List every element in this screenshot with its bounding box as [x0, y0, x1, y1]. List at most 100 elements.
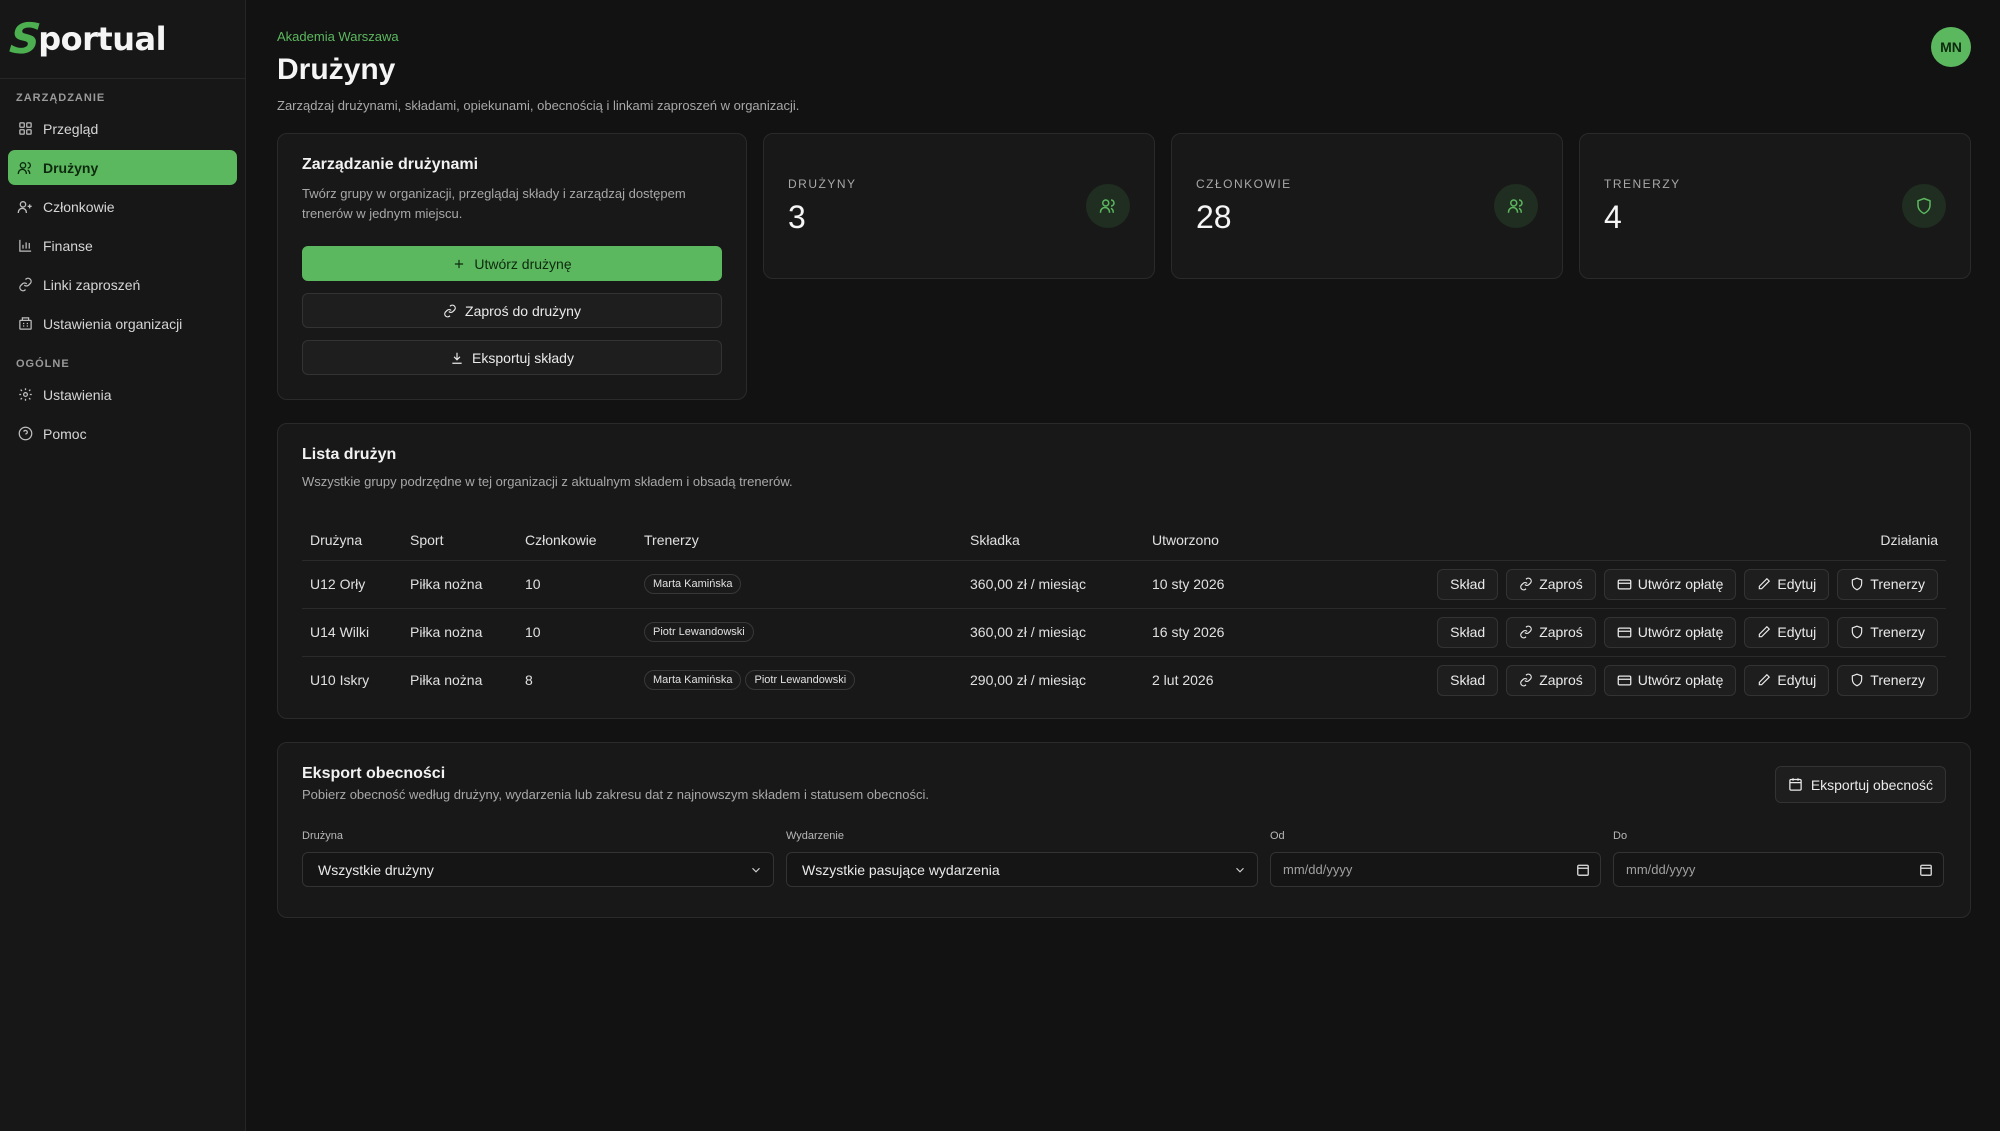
link-icon [1520, 577, 1532, 591]
coach-chip: Piotr Lewandowski [745, 670, 856, 691]
edit-label: Edytuj [1777, 576, 1817, 592]
export-title: Eksport obecności [302, 765, 446, 782]
stat-value: 3 [788, 198, 806, 235]
table-row: U12 Orły Piłka nożna 10 Marta Kamińska 3… [302, 560, 1946, 609]
coaches-button[interactable]: Trenerzy [1837, 664, 1938, 696]
sidebar-item-invite-links[interactable]: Linki zaproszeń [8, 267, 237, 302]
table-row: U14 Wilki Piłka nożna 10 Piotr Lewandows… [302, 608, 1946, 657]
sidebar-item-org-settings[interactable]: Ustawienia organizacji [8, 306, 237, 341]
invite-button[interactable]: Zaproś [1506, 568, 1596, 600]
stat-value: 28 [1196, 198, 1232, 235]
event-select-value: Wszystkie pasujące wydarzenia [802, 861, 1000, 878]
help-circle-icon [17, 426, 33, 442]
export-attendance-button[interactable]: Eksportuj obecność [1774, 766, 1946, 803]
team-fee: 360,00 zł / miesiąc [962, 560, 1144, 609]
plus-icon [455, 259, 464, 268]
sidebar-item-members[interactable]: Członkowie [8, 189, 237, 224]
roster-button[interactable]: Skład [1437, 664, 1499, 696]
user-plus-icon [17, 199, 33, 215]
team-select[interactable]: Wszystkie drużyny [302, 852, 774, 887]
attendance-export-card: Eksport obecności Pobierz obecność wedłu… [277, 742, 1971, 918]
create-fee-label: Utwórz opłatę [1637, 672, 1724, 689]
pencil-icon [1759, 577, 1771, 590]
invite-button[interactable]: Zaproś [1506, 664, 1596, 696]
calendar-icon[interactable] [1576, 863, 1590, 877]
from-date-placeholder: mm/dd/yyyy [1283, 862, 1353, 877]
building-icon [17, 316, 33, 332]
create-fee-label: Utwórz opłatę [1637, 576, 1724, 592]
team-created: 2 lut 2026 [1152, 672, 1214, 689]
create-team-button[interactable]: Utwórz drużynę [302, 246, 722, 281]
from-date-input[interactable]: mm/dd/yyyy [1270, 852, 1601, 887]
sidebar-item-help[interactable]: Pomoc [8, 416, 237, 451]
col-created: Utworzono [1144, 520, 1294, 561]
roster-label: Skład [1450, 672, 1486, 689]
sidebar-item-overview[interactable]: Przegląd [8, 111, 237, 146]
teams-list-desc: Wszystkie grupy podrzędne w tej organiza… [302, 474, 793, 489]
team-fee: 290,00 zł / miesiąc [970, 672, 1086, 689]
col-actions: Działania [1294, 520, 1946, 561]
filter-to-label: Do [1613, 830, 1628, 842]
avatar[interactable]: MN [1931, 27, 1971, 67]
link-icon [444, 304, 456, 317]
to-date-placeholder: mm/dd/yyyy [1626, 862, 1696, 877]
stat-label: DRUŻYNY [788, 176, 857, 191]
credit-card-icon [1617, 675, 1632, 686]
table-header-row: Drużyna Sport Członkowie Trenerzy Składk… [302, 520, 1946, 561]
sidebar-item-settings[interactable]: Ustawienia [8, 377, 237, 412]
roster-label: Skład [1450, 624, 1486, 640]
filter-from: Od mm/dd/yyyy [1270, 830, 1601, 887]
export-rosters-button[interactable]: Eksportuj składy [302, 340, 722, 375]
edit-button[interactable]: Edytuj [1744, 568, 1830, 600]
event-select[interactable]: Wszystkie pasujące wydarzenia [786, 852, 1258, 887]
col-members: Członkowie [517, 520, 636, 561]
download-icon [452, 352, 462, 364]
calendar-icon [1789, 778, 1802, 791]
teams-table: Drużyna Sport Członkowie Trenerzy Składk… [302, 520, 1946, 704]
sidebar-item-teams[interactable]: Drużyny [8, 150, 237, 185]
sidebar-item-finance[interactable]: Finanse [8, 228, 237, 263]
shield-icon [1852, 673, 1863, 687]
edit-button[interactable]: Edytuj [1744, 664, 1830, 696]
coach-chip: Piotr Lewandowski [644, 622, 754, 642]
users-icon [1494, 184, 1538, 228]
manage-title: Zarządzanie drużynami [302, 156, 479, 173]
page-subtitle: Zarządzaj drużynami, składami, opiekunam… [277, 98, 800, 113]
roster-button[interactable]: Skład [1437, 616, 1499, 648]
coach-chip: Marta Kamińska [644, 574, 742, 594]
team-actions: Skład Zaproś Utwórz opłatę Edytuj Trener… [1294, 560, 1946, 609]
sidebar-item-label: Przegląd [43, 120, 99, 137]
col-team: Drużyna [302, 520, 402, 561]
sidebar-item-label: Linki zaproszeń [43, 276, 141, 293]
gear-icon [17, 387, 33, 403]
team-members: 8 [525, 672, 533, 689]
create-fee-button[interactable]: Utwórz opłatę [1603, 664, 1737, 696]
edit-button[interactable]: Edytuj [1744, 616, 1830, 648]
create-team-label: Utwórz drużynę [474, 255, 572, 272]
coaches-button[interactable]: Trenerzy [1837, 616, 1938, 648]
team-fee: 360,00 zł / miesiąc [962, 608, 1144, 657]
manage-teams-card: Zarządzanie drużynami Twórz grupy w orga… [277, 133, 747, 400]
create-fee-button[interactable]: Utwórz opłatę [1603, 616, 1737, 648]
filter-team: Drużyna Wszystkie drużyny [302, 830, 774, 887]
sidebar-item-label: Członkowie [43, 198, 115, 215]
create-fee-button[interactable]: Utwórz opłatę [1603, 568, 1737, 600]
teams-list-card: Lista drużyn Wszystkie grupy podrzędne w… [277, 423, 1971, 719]
logo[interactable]: S portual [0, 0, 245, 79]
export-rosters-label: Eksportuj składy [472, 349, 574, 366]
export-filters: Drużyna Wszystkie drużyny Wydarzenie Wsz… [302, 830, 1946, 887]
invite-to-team-button[interactable]: Zaproś do drużyny [302, 293, 722, 328]
stat-label: CZŁONKOWIE [1196, 176, 1292, 191]
to-date-input[interactable]: mm/dd/yyyy [1613, 852, 1944, 887]
bar-chart-icon [17, 238, 33, 254]
filter-to: Do mm/dd/yyyy [1613, 830, 1944, 887]
app-root: S portual ZARZĄDZANIE Przegląd Drużyny C… [0, 0, 2000, 1131]
chevron-down-icon [1236, 867, 1244, 873]
calendar-icon[interactable] [1919, 863, 1933, 877]
coaches-label: Trenerzy [1870, 576, 1925, 592]
coaches-button[interactable]: Trenerzy [1837, 568, 1938, 600]
chevron-down-icon [752, 867, 760, 873]
invite-label: Zaproś [1539, 576, 1583, 592]
roster-button[interactable]: Skład [1437, 568, 1499, 600]
invite-button[interactable]: Zaproś [1506, 616, 1596, 648]
